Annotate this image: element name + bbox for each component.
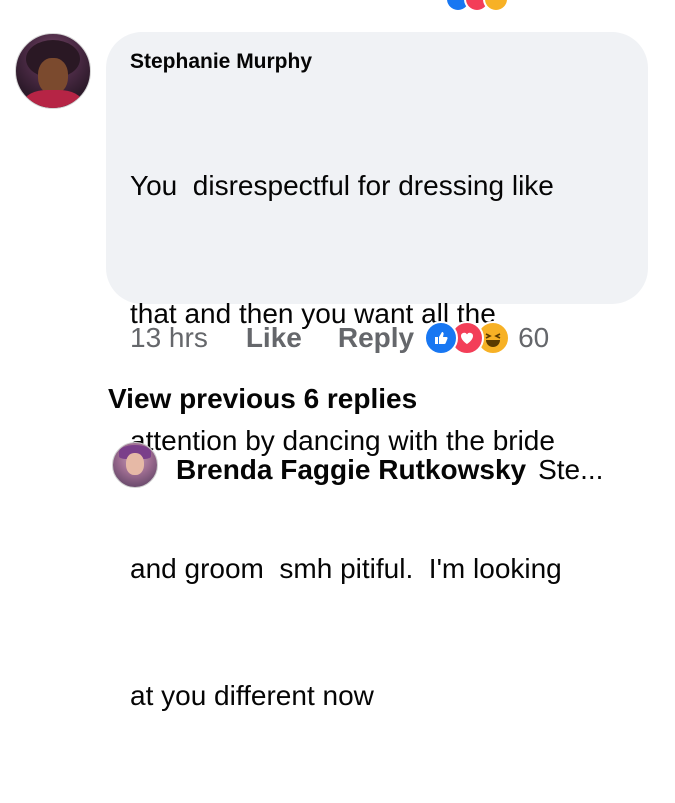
avatar-shirt: [24, 90, 82, 108]
reply-snippet: Ste...: [538, 454, 604, 485]
avatar-face: [38, 58, 68, 94]
comment-line: at you different now: [130, 680, 374, 711]
reply-author[interactable]: Brenda Faggie Rutkowsky: [176, 442, 526, 498]
view-previous-replies[interactable]: View previous 6 replies: [108, 383, 417, 415]
comment-timestamp[interactable]: 13 hrs: [130, 322, 208, 354]
haha-icon: [483, 0, 509, 12]
like-button[interactable]: Like: [246, 322, 302, 354]
reply-avatar[interactable]: [112, 442, 158, 488]
comment-line: You disrespectful for dressing like: [130, 170, 554, 201]
reaction-count[interactable]: 60: [518, 322, 549, 354]
comment-author[interactable]: Stephanie Murphy: [130, 48, 624, 76]
reply-button[interactable]: Reply: [338, 322, 414, 354]
previous-comment-reactions: [0, 0, 675, 12]
reaction-icons[interactable]: [424, 321, 511, 355]
comment-line: and groom smh pitiful. I'm looking: [130, 552, 562, 584]
avatar[interactable]: [15, 33, 91, 109]
comment-actions: 13 hrs Like Reply 60: [130, 318, 549, 358]
like-icon: [424, 321, 459, 355]
reply-avatar-face: [126, 453, 144, 475]
comment-bubble: Stephanie Murphy You disrespectful for d…: [106, 32, 648, 711]
